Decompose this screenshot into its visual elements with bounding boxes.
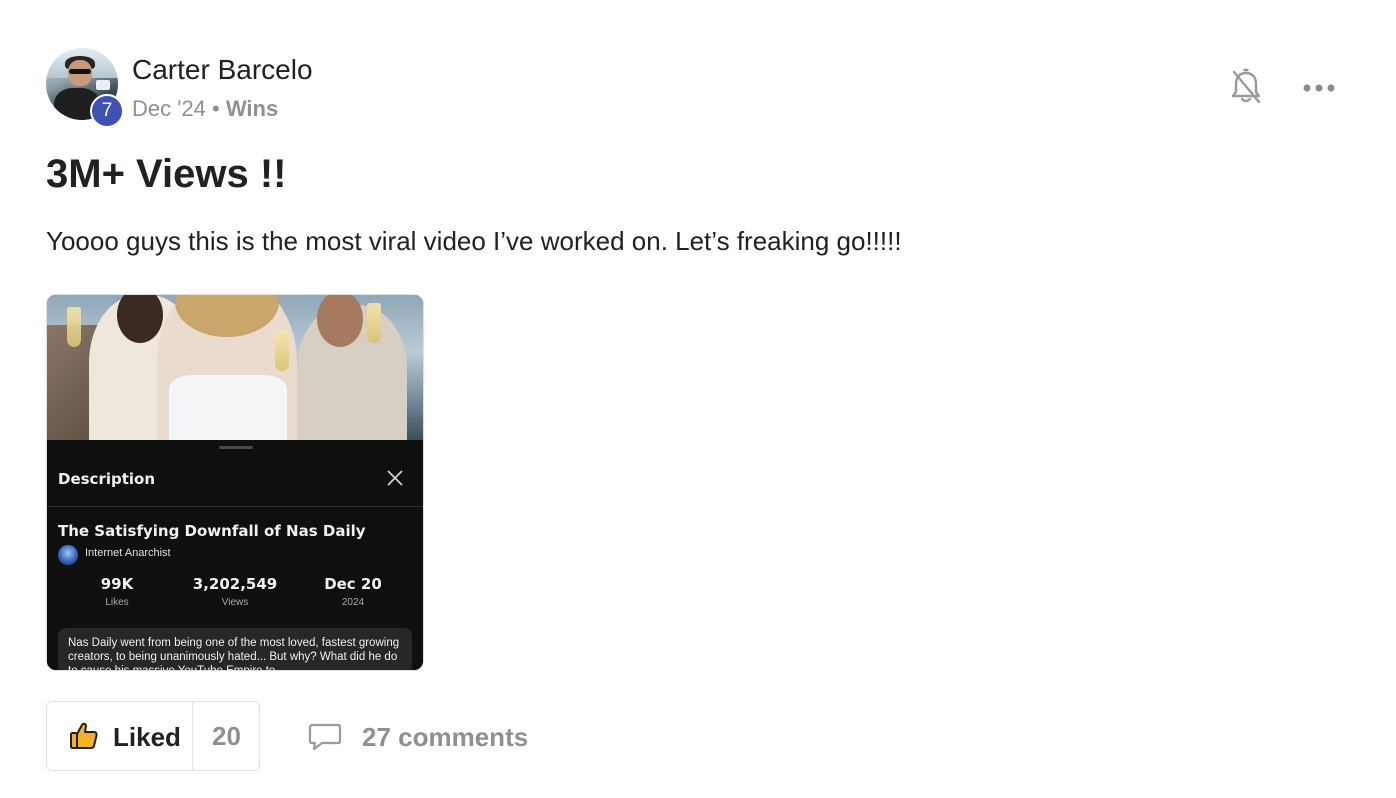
divider [47, 506, 423, 507]
comment-bubble-icon [308, 722, 342, 752]
post-date[interactable]: Dec '24 [132, 96, 206, 121]
post-category[interactable]: Wins [226, 96, 278, 121]
video-title: The Satisfying Downfall of Nas Daily [58, 522, 366, 540]
close-icon [385, 468, 405, 488]
channel-name: Internet Anarchist [85, 547, 171, 559]
stat-likes: 99K Likes [57, 575, 177, 608]
stat-value: 99K [100, 575, 134, 593]
image-attachment[interactable]: Description The Satisfying Downfall of N… [46, 294, 424, 671]
like-label: Liked [113, 722, 181, 752]
post-body: Yoooo guys this is the most viral video … [46, 226, 902, 256]
description-text: Nas Daily went from being one of the mos… [68, 637, 400, 671]
video-thumbnail [47, 295, 423, 440]
stat-label: 2024 [341, 597, 365, 608]
stat-label: Likes [105, 597, 129, 608]
comments-label: 27 comments [362, 722, 529, 752]
stat-value: Dec 20 [324, 575, 382, 593]
thumbs-up-icon [69, 721, 99, 751]
like-control: Liked 20 [46, 701, 260, 771]
stat-date: Dec 20 2024 [293, 575, 413, 608]
stat-label: Views [221, 597, 249, 608]
author-name[interactable]: Carter Barcelo [132, 54, 313, 86]
drag-handle [219, 446, 253, 449]
stat-views: 3,202,549 Views [175, 575, 295, 608]
like-button[interactable]: Liked [47, 702, 192, 770]
description-heading: Description [58, 470, 156, 488]
description-box: Nas Daily went from being one of the mos… [58, 628, 412, 671]
level-badge: 7 [90, 94, 124, 128]
like-count[interactable]: 20 [193, 702, 260, 770]
meta-separator: • [212, 96, 220, 121]
post-meta: Dec '24 • Wins [132, 96, 278, 122]
author-avatar[interactable]: 7 [46, 48, 124, 128]
description-panel: Description The Satisfying Downfall of N… [47, 440, 423, 671]
post-title: 3M+ Views !! [46, 152, 287, 196]
bell-off-icon[interactable] [1230, 68, 1262, 106]
channel-avatar [58, 545, 78, 565]
stat-value: 3,202,549 [192, 575, 278, 593]
more-horizontal-icon[interactable] [1302, 76, 1336, 100]
